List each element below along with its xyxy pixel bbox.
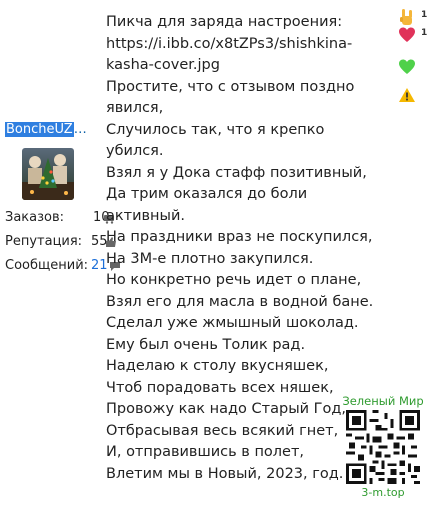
qr-title: Зеленый Мир — [342, 394, 424, 408]
reaction-rock-hand[interactable]: 1 — [392, 8, 437, 28]
warning-icon — [399, 88, 415, 102]
username-ellipsis: … — [73, 122, 87, 137]
user-panel: BoncheUZ… Заказов: 10 Репутация: 55 Сооб… — [0, 0, 120, 516]
post-line: Простите, что с отзывом поздно — [106, 78, 355, 95]
stat-reputation-label: Репутация: — [5, 234, 83, 249]
post-line: Чтоб порадовать всех няшек, — [106, 379, 334, 396]
avatar[interactable] — [22, 148, 74, 200]
reaction-heart[interactable]: 1 — [392, 26, 437, 46]
post-line: И, отправившись в полет, — [106, 444, 305, 460]
post-line: Но конкретно речь идет о плане, — [106, 272, 362, 288]
stat-orders: Заказов: 10 — [5, 210, 114, 225]
heart-icon — [399, 27, 415, 42]
post-line: Провожу как надо Старый Год, — [106, 401, 347, 417]
post-line: Сделал уже жмышный шоколад. — [106, 315, 359, 331]
rock-hand-icon — [400, 9, 412, 25]
post-link-line[interactable]: https://i.ibb.co/x8tZPs3/shishkina- — [106, 34, 376, 56]
post-line: На 3М-е плотно закупился. — [106, 250, 314, 267]
stat-reputation: Репутация: 55 — [5, 234, 116, 249]
stat-orders-label: Заказов: — [5, 210, 65, 225]
post-line: Да трим оказался до боли — [106, 186, 308, 202]
post-line: Влетим мы в Новый, 2023, год. — [106, 465, 344, 482]
post-line: убился. — [106, 143, 164, 159]
avatar-image — [22, 148, 74, 200]
username-selected-text: BoncheUZ — [5, 122, 74, 137]
post-link-line[interactable]: kasha-cover.jpg — [106, 55, 376, 77]
post-line: Отбрасывая весь всякий гнет, — [106, 422, 339, 439]
post-line: явился, — [106, 100, 164, 116]
green-heart-icon — [399, 59, 415, 74]
post-line: активный. — [106, 207, 186, 224]
post-line: Взял я у Дока стафф позитивный, — [106, 164, 367, 181]
qr-code-image — [346, 410, 420, 484]
post-line: Наделаю к столу вкусняшек, — [106, 358, 329, 374]
qr-url: 3-m.top — [361, 486, 405, 499]
reaction-warning[interactable] — [392, 86, 437, 106]
reaction-green-heart[interactable] — [392, 58, 437, 78]
reaction-heart-count: 1 — [421, 28, 428, 38]
reaction-rock-hand-count: 1 — [421, 10, 428, 20]
stat-messages-label: Сообщений: — [5, 258, 89, 273]
post-line: Ему был очень Толик рад. — [106, 336, 306, 353]
qr-watermark: Зеленый Мир 3-m.top — [340, 394, 426, 508]
post-line: Взял его для масла в водной бане. — [106, 293, 374, 310]
stat-messages: Сообщений: 21 — [5, 258, 120, 273]
post-line: На праздники враз не поскупился, — [106, 229, 373, 245]
post-line: Случилось так, что я крепко — [106, 121, 325, 138]
post-line: Пикча для заряда настроения: — [106, 14, 343, 30]
post-body: Пикча для заряда настроения: https://i.i… — [106, 12, 376, 485]
username-link[interactable]: BoncheUZ… — [5, 120, 87, 140]
